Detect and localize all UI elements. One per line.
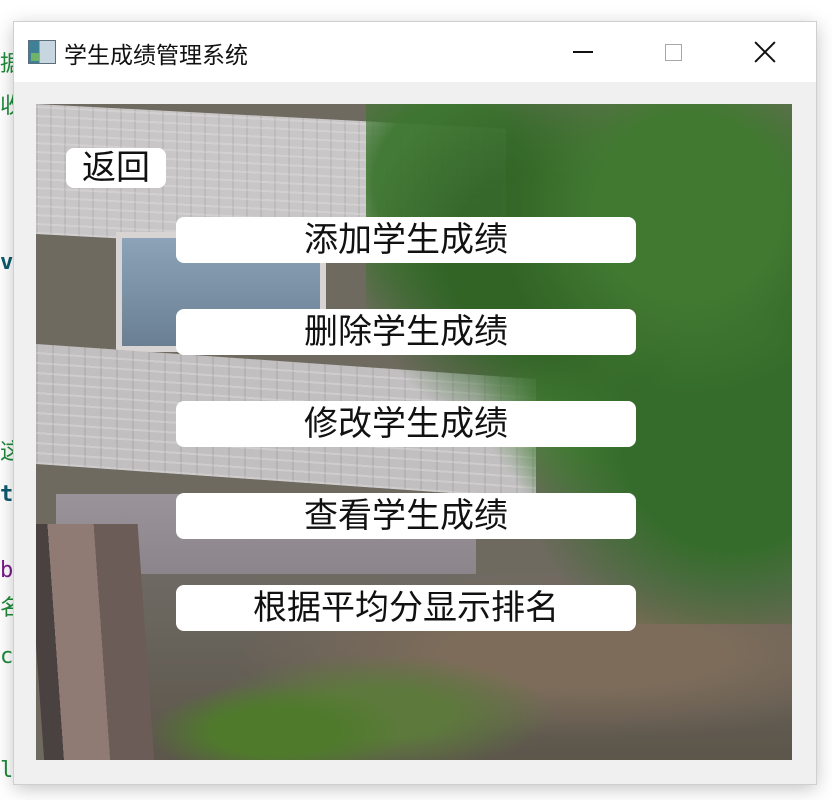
close-button[interactable]	[720, 22, 810, 82]
maximize-button[interactable]	[628, 22, 718, 82]
background-photo-railing	[36, 524, 155, 760]
view-score-button[interactable]: 查看学生成绩	[176, 493, 636, 539]
title-bar[interactable]: 学生成绩管理系统	[14, 22, 816, 82]
background-photo-grass	[146, 684, 406, 760]
maximize-icon	[664, 43, 682, 61]
editor-fragment: c	[0, 644, 14, 669]
window-title: 学生成绩管理系统	[64, 43, 248, 69]
editor-fragment: t	[0, 482, 14, 507]
editor-fragment: b	[0, 558, 14, 583]
minimize-icon	[573, 51, 593, 53]
background-photo-tree	[366, 104, 792, 624]
close-icon	[754, 41, 776, 63]
back-button[interactable]: 返回	[66, 148, 166, 188]
main-panel: 返回 添加学生成绩 删除学生成绩 修改学生成绩 查看学生成绩 根据平均分显示排名	[36, 104, 792, 760]
editor-fragment: l	[0, 758, 14, 783]
app-window: 学生成绩管理系统 返回 添加学生成绩 删除学生成绩 修改学生成绩 查看学生成绩 …	[14, 22, 816, 784]
rank-by-average-button[interactable]: 根据平均分显示排名	[176, 585, 636, 631]
add-score-button[interactable]: 添加学生成绩	[176, 217, 636, 263]
minimize-button[interactable]	[538, 22, 628, 82]
app-icon	[28, 40, 56, 64]
delete-score-button[interactable]: 删除学生成绩	[176, 309, 636, 355]
edit-score-button[interactable]: 修改学生成绩	[176, 401, 636, 447]
